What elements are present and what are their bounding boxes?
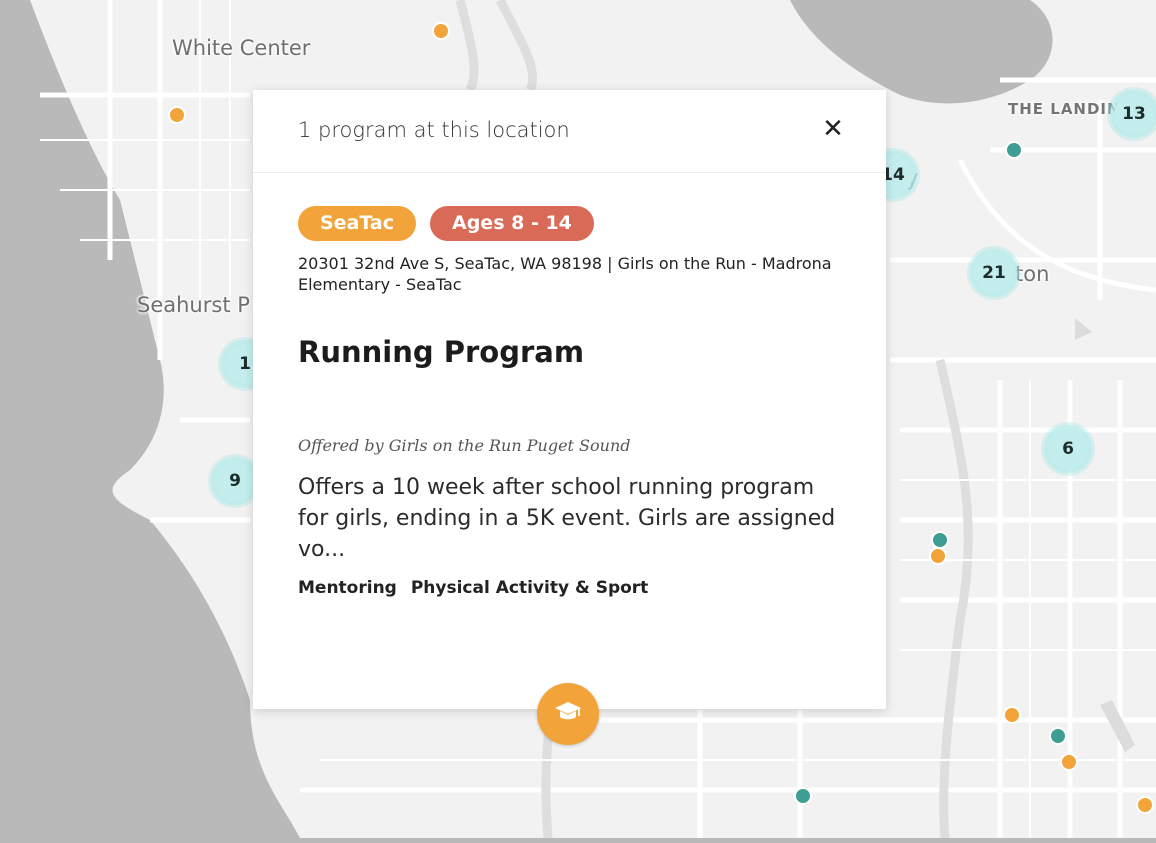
cluster-count: 13: [1114, 94, 1154, 134]
program-provider: Offered by Girls on the Run Puget Sound: [298, 436, 631, 455]
program-title[interactable]: Running Program: [298, 335, 584, 369]
map-cluster[interactable]: 13: [1107, 87, 1156, 141]
map-marker-teal[interactable]: [1005, 141, 1023, 159]
graduation-cap-icon: [554, 700, 582, 729]
place-label-the-landing: THE LANDIN: [1008, 100, 1121, 118]
tag-mentoring: Mentoring: [298, 578, 397, 598]
badge-row: SeaTac Ages 8 - 14: [298, 206, 594, 241]
close-button[interactable]: ✕: [820, 116, 846, 142]
map-marker-orange[interactable]: [1003, 706, 1021, 724]
program-popup: 1 program at this location ✕ SeaTac Ages…: [253, 90, 886, 709]
selected-location-marker[interactable]: [537, 683, 599, 745]
place-label-white-center: White Center: [172, 36, 311, 60]
close-icon: ✕: [822, 114, 844, 144]
map-cluster[interactable]: 6: [1041, 422, 1095, 476]
map-marker-orange[interactable]: [929, 547, 947, 565]
age-badge: Ages 8 - 14: [430, 206, 594, 241]
place-label-seahurst: Seahurst P: [137, 293, 250, 317]
map-cluster[interactable]: 21: [967, 246, 1021, 300]
program-description: Offers a 10 week after school running pr…: [298, 475, 836, 562]
cluster-count: 21: [974, 253, 1014, 293]
cluster-count: 6: [1048, 429, 1088, 469]
cluster-count: 9: [215, 461, 255, 501]
map-marker-orange[interactable]: [168, 106, 186, 124]
map-marker-teal[interactable]: [1049, 727, 1067, 745]
popup-header: 1 program at this location ✕: [253, 90, 886, 173]
category-tags: Mentoring Physical Activity & Sport: [298, 578, 648, 598]
popup-title: 1 program at this location: [298, 118, 570, 142]
map-marker-orange[interactable]: [432, 22, 450, 40]
map-marker-teal[interactable]: [794, 787, 812, 805]
tag-physical-activity: Physical Activity & Sport: [410, 578, 649, 598]
program-address: 20301 32nd Ave S, SeaTac, WA 98198 | Gir…: [298, 254, 832, 294]
map-marker-orange[interactable]: [1136, 796, 1154, 814]
location-badge: SeaTac: [298, 206, 416, 241]
map-marker-orange[interactable]: [1060, 753, 1078, 771]
